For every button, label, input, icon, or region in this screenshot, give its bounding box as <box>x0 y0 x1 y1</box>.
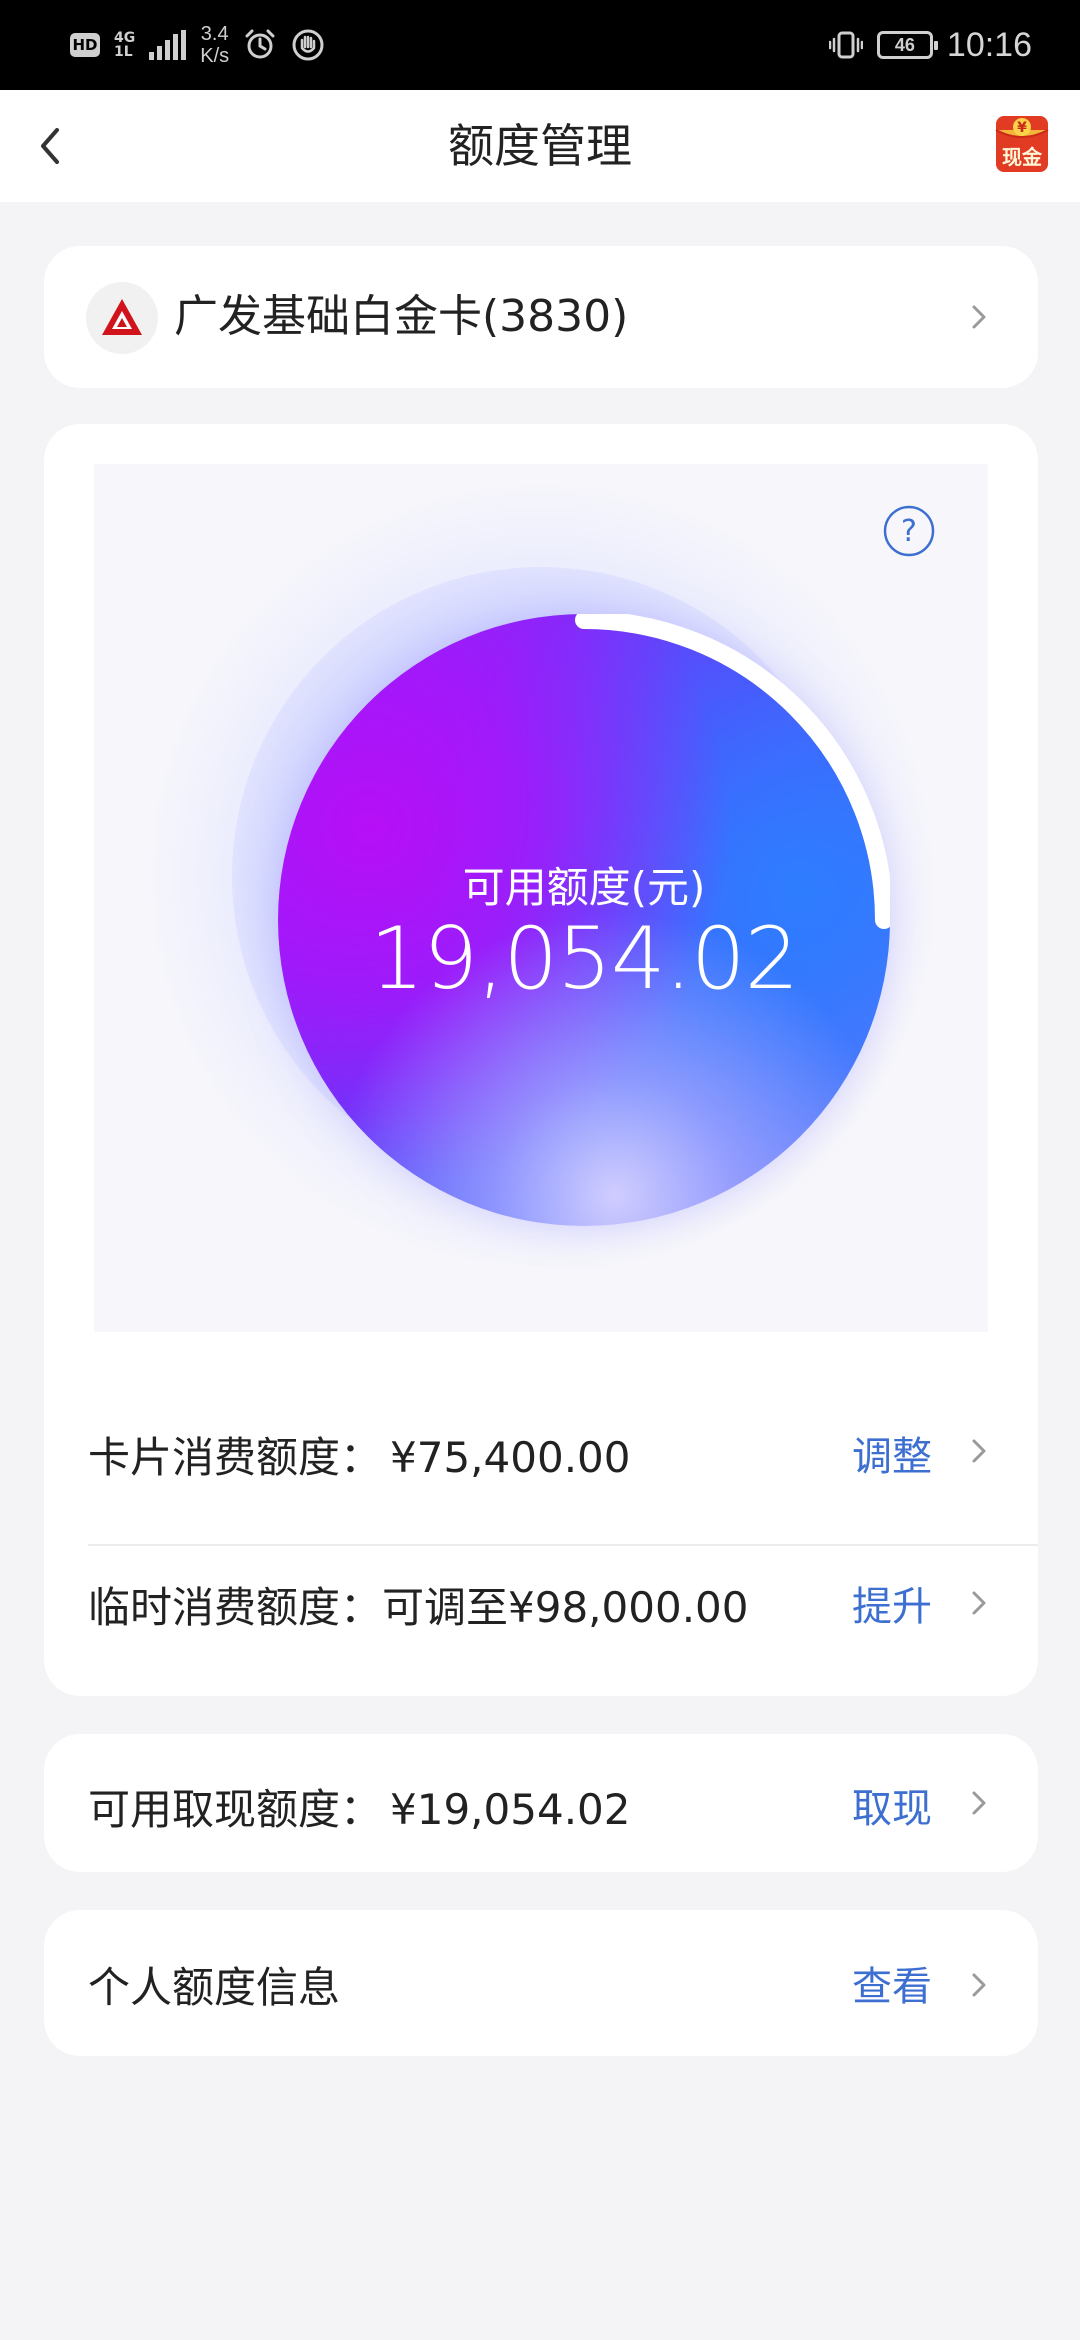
network-type-bottom: 1L <box>114 44 133 60</box>
alarm-icon <box>245 29 275 59</box>
increase-link[interactable]: 提升 <box>852 1574 932 1632</box>
temp-limit-row[interactable]: 临时消费额度：可调至¥98,000.00 提升 <box>44 1574 1038 1634</box>
vibrate-icon <box>828 31 863 59</box>
withdraw-link[interactable]: 取现 <box>852 1776 932 1834</box>
account-card[interactable]: 广发基础白金卡(3830) <box>44 246 1038 388</box>
status-bar: HD 4G 1L 3.4 K/s 46 10:16 <box>0 0 1080 90</box>
view-link[interactable]: 查看 <box>852 1954 932 2012</box>
personal-info-label: 个人额度信息 <box>88 1963 341 2012</box>
network-speed-value: 3.4 <box>200 23 229 45</box>
temp-limit-label: 临时消费额度： <box>88 1583 383 1632</box>
chevron-right-icon <box>972 1791 986 1815</box>
cash-limit-label: 可用取现额度： <box>88 1785 383 1834</box>
svg-text:?: ? <box>901 514 917 549</box>
network-speed: 3.4 K/s <box>200 23 229 67</box>
temp-limit-text: 临时消费额度：可调至¥98,000.00 <box>88 1574 749 1635</box>
card-name: 广发基础白金卡(3830) <box>174 291 629 342</box>
battery-icon: 46 <box>876 31 938 59</box>
page-title: 额度管理 <box>448 119 632 173</box>
card-limit-row[interactable]: 卡片消费额度： ¥75,400.00 调整 <box>44 1424 1038 1484</box>
cash-limit-text: 可用取现额度： ¥19,054.02 <box>88 1776 631 1837</box>
personal-limit-info-card[interactable]: 个人额度信息 查看 <box>44 1910 1038 2056</box>
cash-limit-card[interactable]: 可用取现额度： ¥19,054.02 取现 <box>44 1734 1038 1872</box>
chevron-right-icon <box>972 1439 986 1463</box>
network-speed-unit: K/s <box>200 45 230 67</box>
card-limit-value: ¥75,400.00 <box>390 1433 631 1482</box>
bank-logo <box>86 282 158 354</box>
status-bar-left: HD 4G 1L 3.4 K/s <box>70 0 325 90</box>
credit-orb-area: 可用额度(元) 19,054.02 ? <box>94 464 988 1332</box>
bank-logo-icon <box>102 299 142 335</box>
help-icon[interactable]: ? <box>882 504 936 558</box>
chevron-right-icon <box>972 1591 986 1615</box>
card-limit-label: 卡片消费额度： <box>88 1433 383 1482</box>
available-credit-value: 19,054.02 <box>369 909 800 1009</box>
network-type-top: 4G <box>114 30 136 46</box>
chevron-right-icon <box>972 1973 986 1997</box>
status-bar-right: 46 10:16 <box>828 0 1032 90</box>
personal-info-row[interactable]: 个人额度信息 查看 <box>44 1954 1038 2014</box>
hand-icon <box>292 29 324 61</box>
cash-limit-value: ¥19,054.02 <box>390 1785 631 1834</box>
signal-strength-icon <box>149 30 187 60</box>
network-type: 4G 1L <box>114 31 135 59</box>
chevron-right-icon <box>972 305 986 329</box>
cash-label: 现金 <box>1002 145 1043 169</box>
cash-red-envelope-button[interactable]: ¥ 现金 <box>994 114 1050 174</box>
nav-bar: 额度管理 ¥ 现金 <box>0 90 1080 202</box>
available-credit-label: 可用额度(元) <box>462 863 706 912</box>
adjust-link[interactable]: 调整 <box>852 1424 932 1482</box>
cash-limit-row[interactable]: 可用取现额度： ¥19,054.02 取现 <box>44 1776 1038 1836</box>
divider <box>88 1544 1038 1546</box>
battery-level: 46 <box>894 34 915 55</box>
hd-badge: HD <box>70 33 100 57</box>
cash-symbol: ¥ <box>1017 120 1027 136</box>
temp-limit-value: 可调至¥98,000.00 <box>382 1583 749 1632</box>
card-limit-text: 卡片消费额度： ¥75,400.00 <box>88 1424 631 1485</box>
credit-limit-card: 可用额度(元) 19,054.02 ? 卡片消费额度： ¥75,400.00 调整… <box>44 424 1038 1696</box>
clock: 10:16 <box>946 25 1032 64</box>
